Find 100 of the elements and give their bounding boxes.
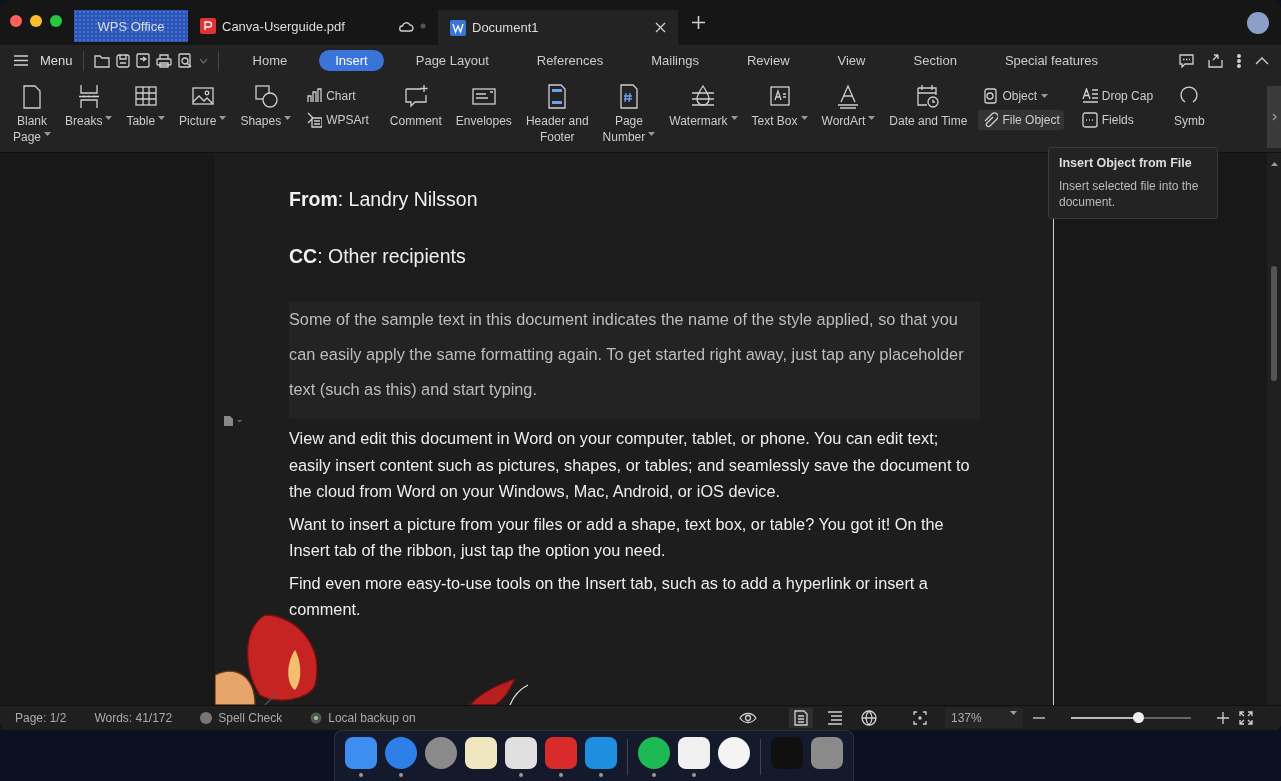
ribbon-button[interactable]: Object: [978, 86, 1064, 106]
compass-app-icon[interactable]: [384, 737, 417, 769]
backup-status[interactable]: Local backup on: [328, 711, 416, 725]
table-icon: [133, 84, 158, 109]
trash-icon[interactable]: [810, 737, 843, 769]
notepad-app-icon[interactable]: [464, 737, 497, 769]
ribbon-tab[interactable]: View: [821, 50, 882, 71]
placeholder-paragraph: Some of the sample text in this document indicates the name of the style applied, so that you can easily apply the same formatting again. To get started right away, just tap any placeholder text (such as this) and start typing.: [289, 302, 980, 419]
calendar-clock-icon: [916, 84, 941, 109]
tooltip-text: Insert selected file into the document.: [1059, 178, 1200, 210]
ribbon-button[interactable]: WordArt: [814, 84, 883, 129]
more-icon[interactable]: [1237, 53, 1241, 68]
music-stream-app-icon[interactable]: [637, 737, 670, 769]
smiling-face-app-icon[interactable]: [344, 737, 377, 769]
globe-icon: [861, 710, 877, 726]
ribbon-button[interactable]: Chart: [302, 86, 373, 106]
music-note-app-icon[interactable]: [717, 737, 750, 769]
zoom-dropdown[interactable]: 137%: [945, 708, 1023, 728]
ribbon-button[interactable]: Symb: [1167, 84, 1212, 129]
ribbon-button[interactable]: Header and Footer: [518, 84, 596, 145]
bar-chart-icon: [306, 88, 323, 104]
ribbon-button[interactable]: Blank Page: [6, 84, 59, 145]
fullscreen-icon[interactable]: [1239, 711, 1253, 725]
slider-thumb[interactable]: [1133, 712, 1145, 723]
ribbon-button[interactable]: Envelopes: [448, 84, 519, 129]
close-window-button[interactable]: [10, 14, 22, 27]
ribbon-button[interactable]: Watermark: [662, 84, 745, 129]
menu-button[interactable]: Menu: [14, 53, 73, 68]
zoom-in-icon[interactable]: [1217, 712, 1229, 724]
running-indicator: [358, 773, 363, 777]
scrollbar-thumb[interactable]: [1271, 266, 1277, 381]
collapse-icon[interactable]: [1255, 56, 1269, 65]
ribbon-button[interactable]: Text Box: [744, 84, 815, 129]
view-mode-button[interactable]: [789, 708, 813, 728]
save-icon[interactable]: [115, 53, 130, 68]
body-paragraph: View and edit this document in Word on your computer, tablet, or phone. You can edit text; easily insert content such as pictures, shapes, or tables; and seamlessly save the document to the cloud from Word on your Windows, Mac, Android, or iOS device.: [289, 428, 971, 502]
rocket-app-icon[interactable]: [424, 737, 457, 769]
leaf-drawing: [470, 677, 530, 705]
fit-page-icon[interactable]: [913, 711, 927, 725]
word-count: Words: 41/172: [94, 711, 173, 725]
running-indicator: [651, 773, 656, 777]
ribbon-button[interactable]: Picture: [172, 84, 234, 129]
pdf-file-icon: [200, 18, 216, 34]
chevron-icon[interactable]: [198, 57, 208, 64]
chat-app-icon[interactable]: [584, 737, 617, 769]
ribbon-tab[interactable]: Section: [897, 50, 973, 71]
body-paragraph: Want to insert a picture from your files or add a shape, text box, or table? You got it! On the Insert tab of the ribbon, just tap the option you need.: [289, 513, 945, 561]
ribbon-button[interactable]: WPSArt: [302, 110, 373, 130]
window-thumbnail-icon[interactable]: [770, 737, 803, 769]
ribbon-tab[interactable]: Mailings: [635, 50, 715, 71]
eye-icon[interactable]: [739, 712, 757, 724]
ribbon-button[interactable]: Shapes: [233, 84, 299, 129]
comment-icon[interactable]: [1179, 53, 1194, 68]
vpn-app-icon[interactable]: [544, 737, 577, 769]
document-tab[interactable]: WPS Office: [74, 10, 188, 42]
object-icon: [982, 88, 999, 104]
ribbon-tab[interactable]: Special features: [988, 50, 1115, 71]
ribbon-button[interactable]: File Object: [978, 110, 1064, 130]
document-file-icon: [450, 19, 466, 36]
document-tab[interactable]: Canva-Userguide.pdf: [188, 10, 438, 42]
spell-check-icon: [200, 712, 213, 724]
document-tab[interactable]: Document1: [438, 10, 678, 45]
ribbon-button[interactable]: Page Number: [595, 84, 663, 145]
zoom-window-button[interactable]: [50, 14, 62, 27]
scroll-up-icon[interactable]: [1270, 161, 1278, 166]
ribbon-button[interactable]: Drop Cap: [1077, 86, 1158, 106]
ribbon-button[interactable]: Fields: [1077, 110, 1158, 130]
print-preview-icon[interactable]: [177, 53, 193, 68]
ribbon-tab[interactable]: Review: [730, 50, 806, 71]
body-paragraph: Find even more easy-to-use tools on the Insert tab, such as to add a hyperlink or insert a comment.: [289, 572, 929, 620]
fields-icon: [1081, 112, 1098, 128]
browser-app-icon[interactable]: [504, 737, 537, 769]
ribbon-tab[interactable]: Page Layout: [399, 50, 505, 71]
ribbon-button[interactable]: Date and Time: [882, 84, 975, 129]
paragraph-menu-icon[interactable]: [223, 415, 243, 427]
art-text-icon: [306, 112, 323, 128]
drop-cap-icon: [1081, 88, 1098, 104]
minimize-window-button[interactable]: [30, 14, 42, 27]
spell-check-button[interactable]: Spell Check: [218, 711, 283, 725]
office-app-icon[interactable]: [677, 737, 710, 769]
tooltip-title: Insert Object from File: [1059, 156, 1193, 170]
folder-icon[interactable]: [93, 53, 110, 68]
export-icon[interactable]: [135, 53, 150, 68]
ribbon-button[interactable]: Comment: [382, 84, 449, 129]
ribbon-tab[interactable]: Home: [236, 50, 304, 71]
shapes-icon: [253, 84, 278, 109]
avatar[interactable]: [1247, 11, 1269, 34]
share-icon[interactable]: [1208, 53, 1223, 68]
blank-page-icon: [20, 84, 44, 109]
ribbon-button[interactable]: Breaks: [58, 84, 120, 129]
add-tab-icon[interactable]: [692, 16, 705, 29]
running-indicator: [518, 773, 523, 777]
ribbon-tab[interactable]: Insert: [319, 50, 384, 71]
ribbon-button[interactable]: Table: [119, 84, 173, 129]
cloud-icon: [398, 20, 414, 32]
menu-icon: [14, 55, 28, 66]
ribbon-tab[interactable]: References: [520, 50, 620, 71]
dot-icon: [420, 23, 426, 29]
close-icon[interactable]: [655, 22, 666, 33]
print-icon[interactable]: [155, 53, 172, 68]
